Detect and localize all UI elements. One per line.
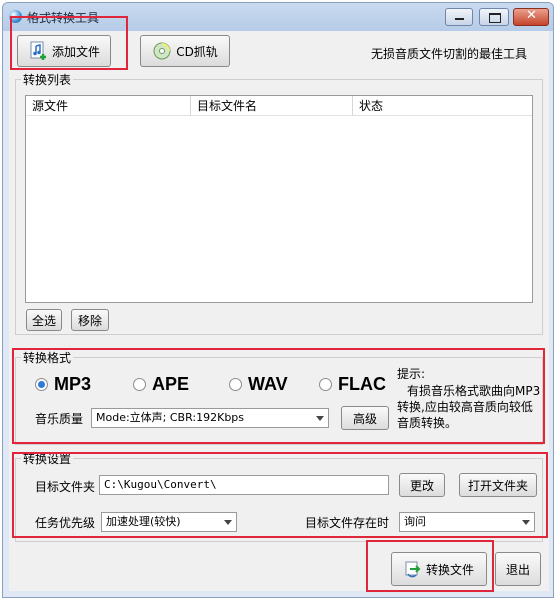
radio-mp3-label: MP3	[54, 374, 92, 394]
close-icon: ✕	[526, 8, 537, 23]
file-exists-value: 询问	[404, 515, 426, 528]
radio-flac-label: FLAC	[338, 374, 386, 394]
quality-value: Mode:立体声; CBR:192Kbps	[96, 411, 245, 424]
app-window: 格式转换工具 ✕ 添加文件 CD抓轨 无损音质文件切割的最佳工具 转换列表 源文…	[2, 2, 554, 598]
radio-ape[interactable]: APE	[133, 374, 189, 395]
open-folder-button[interactable]: 打开文件夹	[459, 473, 537, 497]
radio-ape-indicator	[133, 378, 146, 391]
column-source-file[interactable]: 源文件	[26, 96, 191, 116]
file-list[interactable]: 源文件 目标文件名 状态	[25, 95, 533, 303]
cd-rip-label: CD抓轨	[176, 44, 218, 59]
chevron-down-icon	[522, 520, 530, 525]
conversion-list-label: 转换列表	[21, 71, 74, 88]
convert-icon	[405, 561, 421, 578]
convert-label: 转换文件	[425, 562, 474, 577]
title-bar[interactable]: 格式转换工具 ✕	[3, 3, 553, 31]
conversion-settings-label: 转换设置	[21, 450, 74, 467]
radio-wav-label: WAV	[248, 374, 288, 394]
target-folder-label: 目标文件夹	[35, 480, 96, 494]
slogan-text: 无损音质文件切割的最佳工具	[371, 47, 528, 61]
priority-value: 加速处理(较快)	[106, 515, 181, 528]
tip-title: 提示:	[397, 367, 426, 381]
select-all-button[interactable]: 全选	[26, 309, 62, 331]
add-file-button[interactable]: 添加文件	[17, 35, 111, 67]
app-icon	[9, 10, 22, 23]
close-button[interactable]: ✕	[513, 8, 549, 26]
chevron-down-icon	[224, 520, 232, 525]
tip-line-3: 音质转换。	[397, 416, 458, 430]
quality-select[interactable]: Mode:立体声; CBR:192Kbps	[91, 408, 329, 428]
priority-label: 任务优先级	[35, 516, 96, 530]
convert-button[interactable]: 转换文件	[391, 552, 487, 586]
conversion-format-label: 转换格式	[21, 349, 74, 366]
quality-label: 音乐质量	[35, 412, 84, 426]
radio-mp3-indicator	[35, 378, 48, 391]
file-exists-label: 目标文件存在时	[305, 516, 390, 530]
tip-line-2: 转换,应由较高音质向较低	[397, 400, 533, 414]
chevron-down-icon	[316, 416, 324, 421]
minimize-button[interactable]	[445, 8, 473, 26]
advanced-button[interactable]: 高级	[341, 406, 389, 430]
radio-mp3[interactable]: MP3	[35, 374, 91, 395]
exit-button[interactable]: 退出	[495, 552, 541, 586]
radio-wav[interactable]: WAV	[229, 374, 288, 395]
radio-wav-indicator	[229, 378, 242, 391]
maximize-icon	[489, 13, 501, 23]
change-folder-button[interactable]: 更改	[399, 473, 445, 497]
radio-flac[interactable]: FLAC	[319, 374, 386, 395]
column-target-name[interactable]: 目标文件名	[191, 96, 353, 116]
main-panel: 添加文件 CD抓轨 无损音质文件切割的最佳工具 转换列表 源文件 目标文件名 状…	[9, 31, 549, 591]
music-file-add-icon	[30, 41, 46, 60]
maximize-button[interactable]	[479, 8, 509, 26]
minimize-icon	[455, 18, 464, 20]
add-file-label: 添加文件	[51, 44, 100, 59]
tip-line-1: 有损音乐格式歌曲向MP3	[407, 384, 541, 398]
remove-button[interactable]: 移除	[71, 309, 109, 331]
target-folder-input[interactable]: C:\Kugou\Convert\	[99, 475, 389, 495]
radio-ape-label: APE	[152, 374, 190, 394]
cd-icon	[153, 42, 171, 60]
file-exists-select[interactable]: 询问	[399, 512, 535, 532]
priority-select[interactable]: 加速处理(较快)	[101, 512, 237, 532]
radio-flac-indicator	[319, 378, 332, 391]
window-title: 格式转换工具	[27, 11, 100, 25]
column-status[interactable]: 状态	[353, 96, 532, 116]
cd-rip-button[interactable]: CD抓轨	[140, 35, 230, 67]
